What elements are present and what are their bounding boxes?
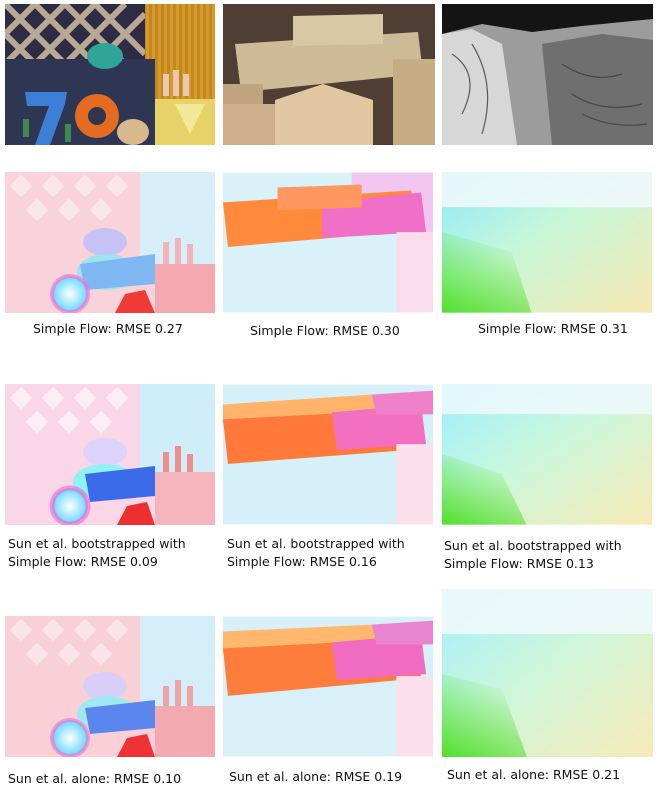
caption-simple-flow-toys: Simple Flow: RMSE 0.27 — [33, 321, 183, 336]
flow-simple-toys — [5, 172, 215, 313]
caption-alone-wood: Sun et al. alone: RMSE 0.19 — [229, 769, 403, 784]
photo-toys-scene — [5, 4, 215, 145]
caption-bootstrapped-wood: Sun et al. bootstrapped with Simple Flow… — [227, 536, 405, 569]
caption-simple-flow-wood: Simple Flow: RMSE 0.30 — [250, 323, 400, 338]
flow-bootstrapped-toys — [5, 384, 215, 525]
photo-venus-terrain — [442, 4, 653, 145]
flow-alone-terrain — [442, 589, 653, 757]
caption-simple-flow-terrain: Simple Flow: RMSE 0.31 — [478, 321, 628, 336]
flow-alone-wood — [223, 616, 435, 757]
caption-alone-terrain: Sun et al. alone: RMSE 0.21 — [447, 767, 621, 782]
caption-bootstrapped-terrain: Sun et al. bootstrapped with Simple Flow… — [444, 538, 622, 571]
flow-simple-terrain — [442, 172, 653, 313]
flow-bootstrapped-terrain — [442, 384, 653, 525]
flow-alone-toys — [5, 616, 215, 757]
flow-bootstrapped-wood — [223, 384, 435, 525]
caption-bootstrapped-toys: Sun et al. bootstrapped with Simple Flow… — [8, 536, 186, 569]
caption-alone-toys: Sun et al. alone: RMSE 0.10 — [8, 771, 182, 786]
photo-wood-scene — [223, 4, 435, 145]
flow-simple-wood — [223, 172, 435, 313]
